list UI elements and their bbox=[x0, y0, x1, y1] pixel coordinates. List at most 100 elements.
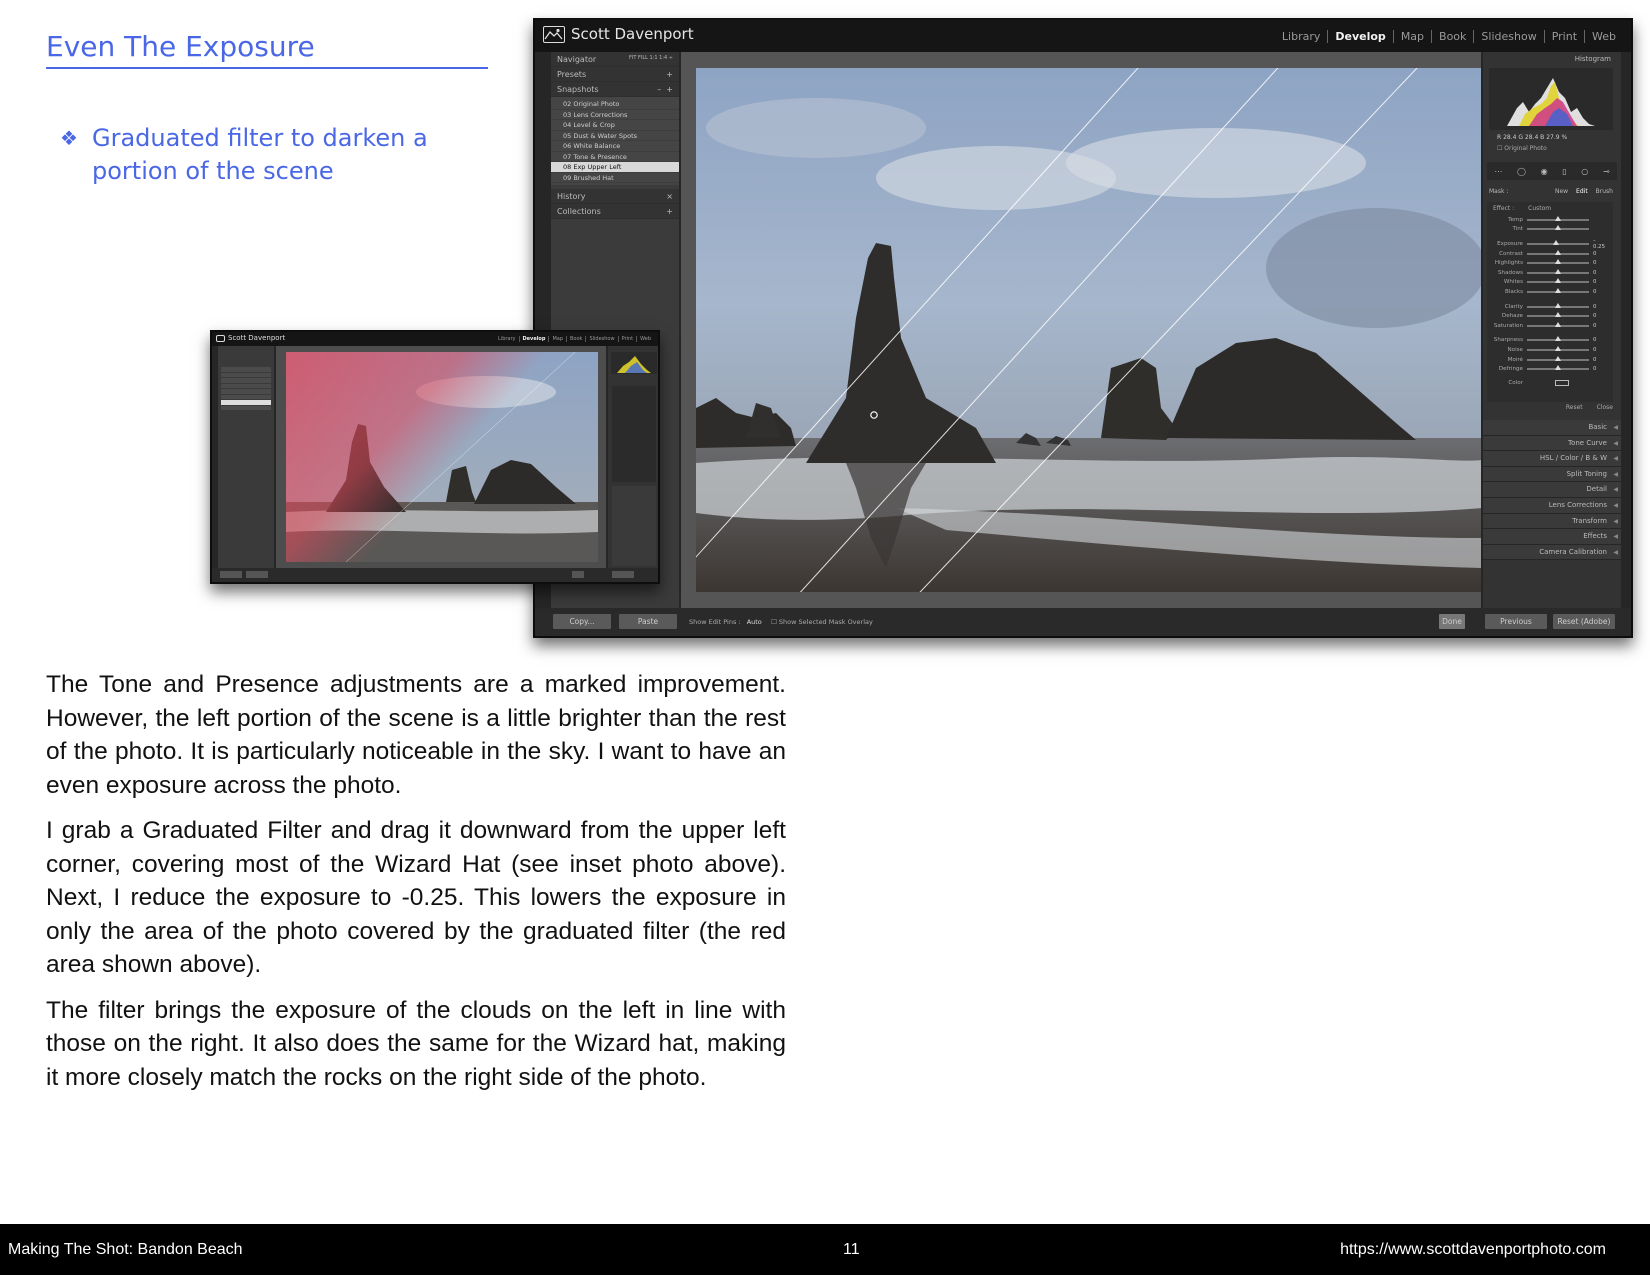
slider-track[interactable] bbox=[1527, 312, 1589, 318]
adjustment-slider[interactable]: Tint bbox=[1487, 225, 1613, 235]
section-detail[interactable]: Detail bbox=[1483, 482, 1621, 498]
history-header[interactable]: History × bbox=[551, 189, 679, 204]
slider-knob-icon[interactable] bbox=[1555, 355, 1561, 361]
adjustment-brush-icon[interactable]: ⊸ bbox=[1603, 167, 1610, 176]
module-web[interactable]: Web bbox=[1584, 30, 1623, 43]
section-camera-calibration[interactable]: Camera Calibration bbox=[1483, 544, 1621, 561]
slider-track[interactable] bbox=[1527, 302, 1589, 308]
adjustment-slider[interactable]: Exposure – 0.25 bbox=[1487, 238, 1613, 250]
previous-button[interactable]: Previous bbox=[1485, 614, 1547, 629]
slider-track[interactable] bbox=[1527, 239, 1589, 245]
adjustment-slider[interactable]: Saturation 0 bbox=[1487, 321, 1613, 331]
slider-track[interactable] bbox=[1527, 278, 1589, 284]
spot-removal-icon[interactable]: ◯ bbox=[1517, 167, 1526, 176]
snapshot-item[interactable]: 06 White Balance bbox=[551, 141, 679, 152]
section-lens-corrections[interactable]: Lens Corrections bbox=[1483, 497, 1621, 514]
crop-tool-icon[interactable]: ⋯ bbox=[1494, 167, 1502, 176]
slider-knob-icon[interactable] bbox=[1555, 225, 1561, 231]
slider-knob-icon[interactable] bbox=[1555, 302, 1561, 308]
adjustment-slider[interactable]: Sharpness 0 bbox=[1487, 336, 1613, 346]
footer-url[interactable]: https://www.scottdavenportphoto.com bbox=[1340, 1241, 1606, 1259]
add-preset-icon[interactable]: + bbox=[666, 70, 673, 79]
slider-knob-icon[interactable] bbox=[1555, 215, 1561, 221]
lr-photo-area[interactable] bbox=[681, 52, 1481, 610]
copy-button[interactable]: Copy... bbox=[553, 614, 611, 629]
reset-adobe-button[interactable]: Reset (Adobe) bbox=[1553, 614, 1615, 629]
slider-track[interactable] bbox=[1527, 355, 1589, 361]
slider-track[interactable] bbox=[1527, 249, 1589, 255]
slider-track[interactable] bbox=[1527, 345, 1589, 351]
color-swatch[interactable] bbox=[1555, 379, 1569, 386]
snapshot-item[interactable]: 04 Level & Crop bbox=[551, 120, 679, 131]
navigator-header[interactable]: Navigator FIT FILL 1:1 1:4 ÷ bbox=[551, 52, 679, 67]
module-print[interactable]: Print bbox=[1543, 30, 1584, 43]
mask-new-button[interactable]: New bbox=[1555, 188, 1568, 195]
slider-knob-icon[interactable] bbox=[1555, 345, 1561, 351]
red-eye-icon[interactable]: ◉ bbox=[1541, 167, 1548, 176]
module-book[interactable]: Book bbox=[1431, 30, 1473, 43]
radial-filter-icon[interactable]: ○ bbox=[1581, 167, 1588, 176]
slider-knob-icon[interactable] bbox=[1555, 278, 1561, 284]
edit-pins-dropdown[interactable]: Auto bbox=[747, 618, 762, 626]
slider-track[interactable] bbox=[1527, 336, 1589, 342]
adjustment-slider[interactable]: Highlights 0 bbox=[1487, 258, 1613, 268]
module-map[interactable]: Map bbox=[1392, 30, 1431, 43]
snapshot-item[interactable]: 07 Tone & Presence bbox=[551, 152, 679, 162]
slider-knob-icon[interactable] bbox=[1555, 336, 1561, 342]
snapshots-header[interactable]: Snapshots – + bbox=[551, 82, 679, 97]
slider-knob-icon[interactable] bbox=[1552, 239, 1559, 245]
mask-overlay-checkbox[interactable]: ☐ bbox=[771, 618, 779, 626]
slider-knob-icon[interactable] bbox=[1555, 321, 1561, 327]
slider-track[interactable] bbox=[1527, 215, 1589, 221]
add-collection-icon[interactable]: + bbox=[666, 207, 673, 216]
adjustment-slider[interactable]: Dehaze 0 bbox=[1487, 311, 1613, 321]
snapshot-add-remove-icon[interactable]: – + bbox=[657, 85, 673, 94]
adjustment-slider[interactable]: Clarity 0 bbox=[1487, 302, 1613, 312]
slider-knob-icon[interactable] bbox=[1555, 259, 1561, 265]
section-basic[interactable]: Basic bbox=[1483, 420, 1621, 436]
bandon-beach-photo[interactable] bbox=[696, 68, 1481, 592]
module-slideshow[interactable]: Slideshow bbox=[1473, 30, 1543, 43]
snapshot-item[interactable]: 05 Dust & Water Spots bbox=[551, 131, 679, 141]
adjustment-slider[interactable]: Temp bbox=[1487, 215, 1613, 225]
module-library[interactable]: Library bbox=[1275, 30, 1327, 43]
adjustment-slider[interactable]: Noise 0 bbox=[1487, 345, 1613, 355]
slider-track[interactable] bbox=[1527, 365, 1589, 371]
slider-knob-icon[interactable] bbox=[1555, 287, 1561, 293]
paste-button[interactable]: Paste bbox=[619, 614, 677, 629]
presets-header[interactable]: Presets + bbox=[551, 67, 679, 82]
adjustment-slider[interactable]: Whites 0 bbox=[1487, 278, 1613, 288]
adjustment-slider[interactable]: Blacks 0 bbox=[1487, 287, 1613, 297]
slider-knob-icon[interactable] bbox=[1555, 268, 1561, 274]
adjustment-slider[interactable]: Contrast 0 bbox=[1487, 249, 1613, 259]
slider-knob-icon[interactable] bbox=[1555, 365, 1561, 371]
effect-dropdown[interactable]: Custom bbox=[1528, 205, 1551, 212]
close-button[interactable]: Close bbox=[1597, 404, 1613, 411]
adjustment-slider[interactable]: Shadows 0 bbox=[1487, 268, 1613, 278]
snapshot-item[interactable]: 03 Lens Corrections bbox=[551, 110, 679, 120]
slider-track[interactable] bbox=[1527, 287, 1589, 293]
slider-knob-icon[interactable] bbox=[1555, 312, 1561, 318]
collections-header[interactable]: Collections + bbox=[551, 204, 679, 219]
slider-knob-icon[interactable] bbox=[1555, 249, 1561, 255]
done-button[interactable]: Done bbox=[1439, 614, 1465, 629]
module-develop[interactable]: Develop bbox=[1327, 30, 1392, 43]
snapshot-item-selected[interactable]: 08 Exp Upper Left bbox=[551, 162, 679, 173]
slider-track[interactable] bbox=[1527, 268, 1589, 274]
adjustment-slider[interactable]: Moiré 0 bbox=[1487, 355, 1613, 365]
adjustment-slider[interactable]: Defringe 0 bbox=[1487, 364, 1613, 374]
slider-track[interactable] bbox=[1527, 259, 1589, 265]
slider-track[interactable] bbox=[1527, 321, 1589, 327]
snapshot-item[interactable]: 09 Brushed Hat bbox=[551, 173, 679, 183]
section-transform[interactable]: Transform bbox=[1483, 513, 1621, 530]
slider-track[interactable] bbox=[1527, 225, 1589, 231]
section-split-toning[interactable]: Split Toning bbox=[1483, 466, 1621, 483]
section-tone-curve[interactable]: Tone Curve bbox=[1483, 435, 1621, 452]
section-effects[interactable]: Effects bbox=[1483, 529, 1621, 545]
section-hsl[interactable]: HSL / Color / B & W bbox=[1483, 451, 1621, 467]
graduated-filter-icon[interactable]: ▯ bbox=[1562, 167, 1566, 176]
snapshot-item[interactable]: 02 Original Photo bbox=[551, 99, 679, 110]
reset-button[interactable]: Reset bbox=[1566, 404, 1583, 411]
clear-history-icon[interactable]: × bbox=[666, 192, 673, 201]
mask-edit-button[interactable]: Edit bbox=[1576, 188, 1588, 195]
